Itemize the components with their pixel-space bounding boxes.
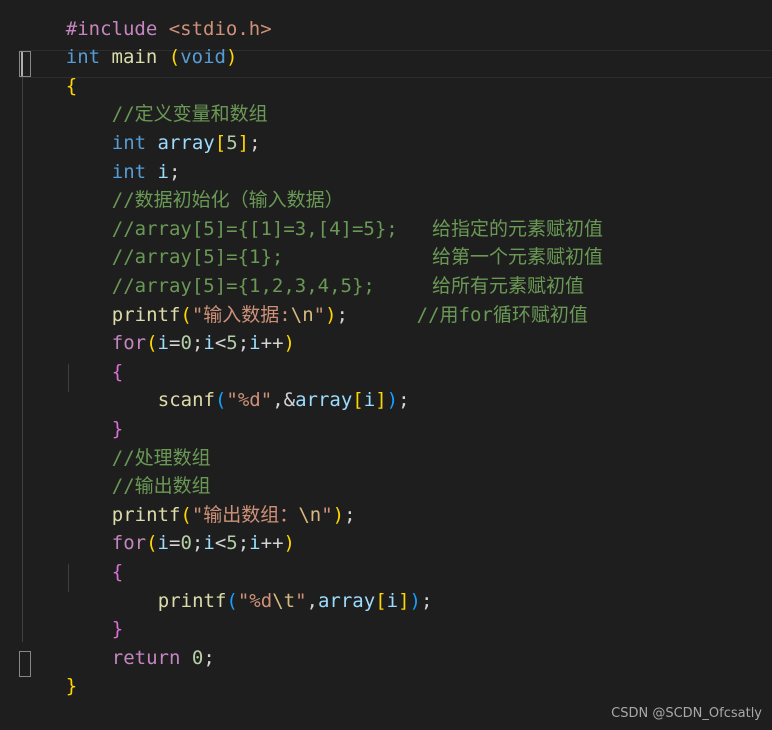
operator: ++: [260, 332, 284, 355]
code-line-close-brace[interactable]: }: [20, 644, 77, 697]
semicolon: ;: [421, 589, 433, 612]
variable-i: i: [249, 332, 261, 355]
escape-sequence: \t: [272, 589, 296, 612]
operator: <: [214, 332, 227, 355]
string-quote: ": [313, 303, 326, 326]
operator: ,&: [272, 389, 296, 412]
semicolon: ;: [237, 332, 250, 355]
code-line-comment[interactable]: //输出数组: [20, 444, 211, 497]
code-editor[interactable]: #include <stdio.h> int main (void) { //定…: [0, 0, 772, 729]
paren-close: ): [386, 389, 399, 412]
number: 0: [180, 332, 192, 355]
semicolon: ;: [203, 646, 215, 669]
code-line-open-brace[interactable]: {: [20, 529, 123, 583]
variable-i: i: [203, 332, 215, 355]
string-literal: "%d": [226, 389, 273, 412]
code-line-close-brace[interactable]: }: [20, 386, 123, 440]
code-line-comment[interactable]: //处理数组: [20, 415, 211, 469]
code-line-comment[interactable]: //array[5]={1,2,3,4,5}; 给所有元素赋初值: [20, 243, 584, 297]
paren-close: ): [283, 332, 295, 355]
code-line-for[interactable]: for(i=0;i<5;i++): [20, 301, 295, 354]
variable-i: i: [157, 532, 169, 555]
code-line-main[interactable]: int main (void): [20, 15, 238, 68]
keyword-void: void: [180, 46, 226, 69]
bracket-open: [: [375, 589, 387, 612]
paren-close: ): [283, 532, 295, 555]
semicolon: ;: [398, 389, 410, 412]
paren-close: ): [332, 503, 345, 526]
variable-array: array: [317, 589, 376, 612]
code-line-printf-input[interactable]: printf("输入数据:\n"); //用for循环赋初值: [20, 272, 588, 326]
semicolon: ;: [191, 532, 204, 555]
operator: =: [169, 532, 181, 555]
variable-i: i: [363, 389, 376, 412]
variable-i: i: [203, 532, 215, 555]
paren-close: ): [325, 303, 337, 326]
bracket-open: [: [352, 389, 364, 412]
number: 5: [226, 131, 238, 154]
number: 5: [226, 332, 238, 355]
paren-close: ): [409, 589, 421, 612]
string-quote: ": [321, 503, 333, 526]
code-line-include[interactable]: #include <stdio.h>: [20, 0, 272, 40]
code-line-i-decl[interactable]: int i;: [20, 129, 181, 183]
string-literal: "%d: [237, 589, 273, 612]
watermark: CSDN @SCDN_Ofcsatly: [611, 706, 762, 721]
code-line-close-brace[interactable]: }: [20, 587, 123, 640]
paren-open: (: [168, 46, 181, 69]
string-quote: ": [295, 589, 307, 612]
paren-open: (: [214, 389, 227, 412]
code-line-printf-loop[interactable]: printf("%d\t",array[i]);: [20, 558, 433, 612]
variable-i: i: [386, 589, 399, 612]
number: 0: [180, 532, 192, 555]
bracket-close: ]: [237, 131, 250, 154]
number: 0: [191, 646, 204, 669]
code-line-return[interactable]: return 0;: [20, 615, 215, 669]
operator: ++: [260, 532, 284, 555]
code-line-for[interactable]: for(i=0;i<5;i++): [20, 501, 295, 554]
bracket-open: [: [214, 131, 227, 154]
code-line-printf-output[interactable]: printf("输出数组：\n");: [20, 472, 356, 526]
keyword-return: return: [111, 646, 181, 669]
code-line-scanf[interactable]: scanf("%d",&array[i]);: [20, 358, 410, 411]
number: 5: [226, 532, 238, 555]
code-line-open-brace[interactable]: {: [20, 329, 123, 383]
paren-close: ): [225, 46, 238, 69]
code-line-open-brace[interactable]: {: [20, 43, 77, 97]
variable-i: i: [249, 532, 261, 555]
escape-sequence: \n: [298, 503, 322, 526]
brace-close: }: [65, 675, 78, 698]
semicolon: ;: [336, 303, 348, 326]
bracket-close: ]: [398, 589, 410, 612]
operator: =: [169, 332, 181, 355]
paren-open: (: [146, 332, 158, 355]
function-name: main: [111, 46, 158, 69]
variable-i: i: [157, 332, 169, 355]
paren-open: (: [146, 532, 158, 555]
code-line-comment[interactable]: //array[5]={[1]=3,[4]=5}; 给指定的元素赋初值: [20, 186, 603, 240]
code-line-comment[interactable]: //定义变量和数组: [20, 72, 268, 125]
comment: //用for循环赋初值: [416, 303, 588, 326]
code-line-comment[interactable]: //array[5]={1}; 给第一个元素赋初值: [20, 215, 603, 268]
semicolon: ;: [344, 503, 356, 526]
semicolon: ;: [249, 131, 261, 154]
semicolon: ;: [191, 332, 204, 355]
variable-array: array: [295, 389, 353, 412]
code-line-array-decl[interactable]: int array[5];: [20, 100, 261, 154]
paren-open: (: [226, 589, 238, 612]
operator: <: [214, 532, 227, 555]
semicolon: ;: [237, 532, 250, 555]
bracket-close: ]: [375, 389, 387, 412]
comma: ,: [306, 589, 318, 612]
code-line-comment[interactable]: //数据初始化（输入数据）: [20, 158, 344, 211]
